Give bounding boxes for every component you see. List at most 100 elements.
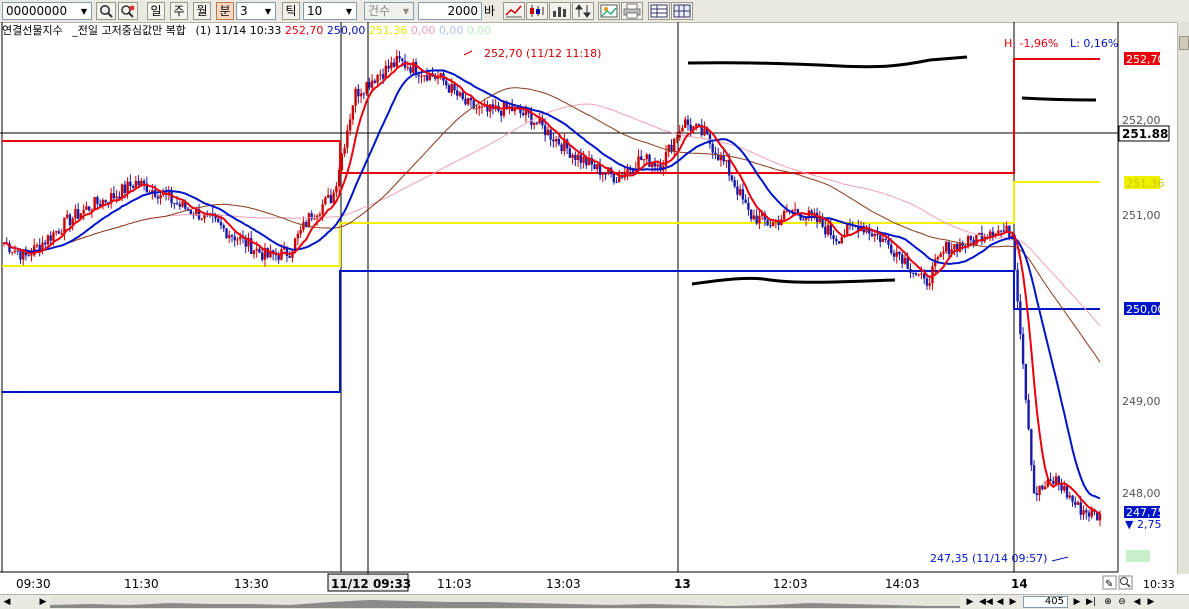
scroll-thumb[interactable]	[1179, 36, 1189, 50]
candle-body	[123, 184, 127, 193]
candle-body	[1035, 493, 1039, 495]
next-button[interactable]: ▶	[1008, 596, 1018, 608]
candle-body	[560, 144, 563, 152]
candle-body	[648, 154, 651, 168]
period-week-button[interactable]: 주	[170, 2, 188, 20]
unit-combo[interactable]: 건수 ▼	[364, 2, 414, 20]
interval-combo[interactable]: 3 ▼	[236, 2, 276, 20]
candle-body	[390, 62, 393, 69]
candle-body	[30, 255, 33, 257]
prev-button[interactable]: ◀	[995, 596, 1005, 608]
candle-body	[876, 233, 879, 235]
candle-body	[126, 181, 129, 193]
candle-body	[1002, 230, 1006, 232]
zoom-out-button[interactable]: ⊖	[1116, 596, 1128, 608]
scroll-left-button[interactable]: ◀	[2, 596, 12, 608]
chevron-down-icon[interactable]: ▼	[261, 7, 275, 16]
candle-body	[846, 224, 849, 236]
zoom-tools: ✎	[1102, 575, 1133, 590]
candle-body	[782, 211, 786, 220]
first-button[interactable]: ▶	[964, 596, 976, 608]
candle-body	[906, 257, 909, 270]
ma-pink-line	[3, 103, 1101, 327]
candle-body	[49, 235, 52, 241]
price-tick: 252,00	[1122, 114, 1161, 127]
candle-body	[719, 155, 723, 161]
period-day-button[interactable]: 일	[147, 2, 165, 20]
candle-body	[200, 218, 203, 220]
scroll-left-end-button[interactable]: ◀	[1131, 596, 1143, 608]
tick-button[interactable]: 틱	[282, 2, 300, 20]
candle-body	[19, 251, 22, 260]
candle-body	[865, 229, 868, 233]
scroll-right-end-button[interactable]: ▶	[1145, 596, 1157, 608]
candle-body	[576, 154, 580, 161]
candle-body	[920, 273, 923, 275]
line-tool-button[interactable]	[503, 2, 525, 20]
candle-body	[840, 237, 843, 244]
candle-body	[156, 196, 160, 199]
print-button[interactable]	[621, 2, 643, 20]
bar-count-input[interactable]: 2000	[418, 2, 482, 20]
period-month-button[interactable]: 월	[193, 2, 211, 20]
candle-body	[252, 250, 256, 254]
candle-body	[673, 139, 676, 152]
time-tick: 14:03	[885, 577, 920, 591]
chevron-down-icon[interactable]: ▼	[342, 7, 356, 16]
candle-body	[1087, 512, 1091, 517]
bar-chart-icon	[553, 7, 566, 17]
candle-body	[1054, 476, 1058, 484]
candle-body	[1041, 485, 1044, 490]
overview-minimap[interactable]	[50, 596, 960, 608]
candle-body	[521, 113, 525, 116]
prior-low-line	[2, 270, 1100, 393]
current-price-label: 251.88	[1122, 127, 1168, 141]
code-combo[interactable]: 00000000 ▼	[2, 2, 92, 20]
search-button[interactable]	[96, 2, 116, 20]
candle-body	[741, 189, 745, 200]
save-image-button[interactable]	[598, 2, 620, 20]
data-table-button[interactable]	[648, 2, 670, 20]
compare-button[interactable]	[572, 2, 594, 20]
candle-body	[771, 222, 775, 227]
candle-body	[988, 231, 992, 237]
candle-body	[873, 233, 876, 237]
candle-body	[532, 122, 536, 125]
candle-body	[332, 192, 335, 204]
price-chart[interactable]: 252,70 (11/12 11:18) 247,35 (11/14 09:57…	[0, 22, 1177, 594]
rewind-button[interactable]: ◀◀	[979, 596, 993, 608]
ma-red-line	[3, 62, 1101, 515]
forward-button[interactable]: ▶	[1072, 596, 1082, 608]
candle-body	[947, 241, 951, 255]
grid-button[interactable]	[671, 2, 693, 20]
candle-body	[74, 209, 77, 219]
chevron-down-icon[interactable]: ▼	[77, 7, 91, 16]
scroll-right-button[interactable]: ▶	[38, 596, 48, 608]
bar-style-button[interactable]	[549, 2, 571, 20]
interval-value: 3	[240, 4, 248, 18]
visible-bars-input[interactable]: 405	[1023, 596, 1068, 608]
candle-body	[54, 231, 58, 233]
candle-body	[258, 248, 261, 253]
end-button[interactable]: ▶|	[1084, 596, 1098, 608]
tick-combo[interactable]: 10 ▼	[303, 2, 357, 20]
candle-body	[324, 197, 327, 205]
search-settings-button[interactable]	[118, 2, 138, 20]
candle-body	[568, 148, 572, 158]
candle-style-button[interactable]	[526, 2, 548, 20]
candle-body	[104, 200, 107, 203]
candle-body	[738, 189, 742, 195]
candle-body	[1063, 486, 1066, 491]
candle-body	[370, 80, 374, 88]
unit-value: 건수	[368, 4, 391, 18]
time-tick: 12:03	[773, 577, 808, 591]
chevron-down-icon[interactable]: ▼	[399, 7, 413, 16]
candle-body	[233, 236, 236, 241]
vertical-scrollbar[interactable]	[1177, 22, 1189, 574]
candle-body	[423, 75, 426, 77]
candle-body	[142, 180, 146, 184]
candle-body	[1043, 486, 1047, 490]
zoom-in-button[interactable]: ⊕	[1102, 596, 1114, 608]
period-minute-button[interactable]: 분	[216, 2, 234, 20]
candle-body	[725, 160, 728, 162]
